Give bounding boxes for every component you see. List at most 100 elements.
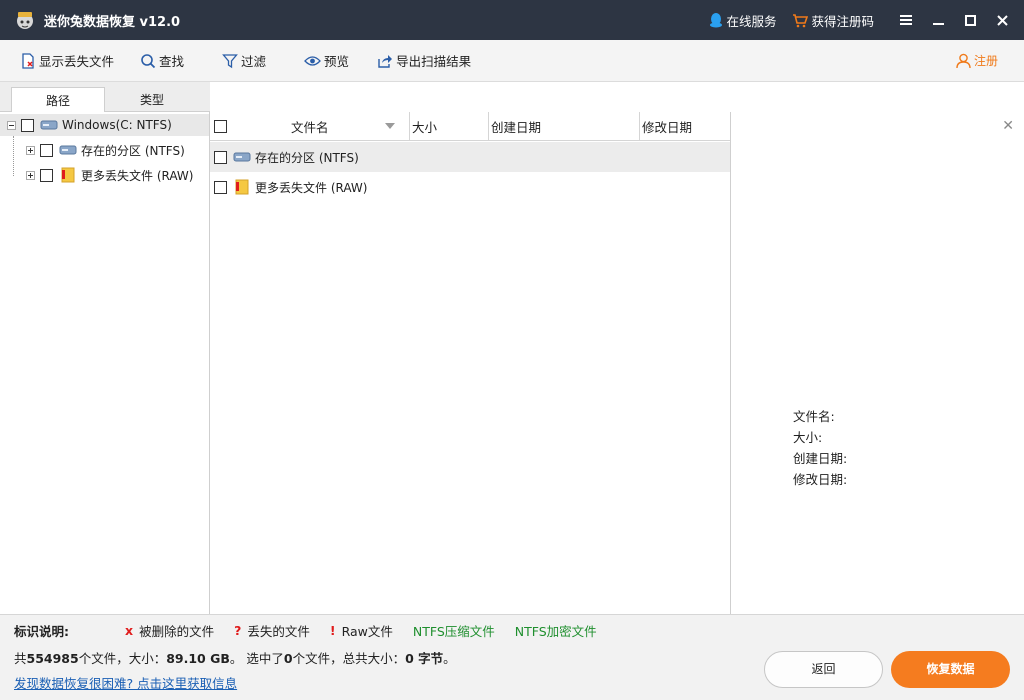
preview-fields: 文件名: 大小: 创建日期: 修改日期: — [793, 406, 847, 490]
column-modified-label: 修改日期 — [642, 119, 693, 135]
tab-type-label: 类型 — [139, 93, 164, 107]
tree-item-label: 存在的分区 (NTFS) — [81, 143, 185, 158]
total-size: 89.10 GB — [166, 651, 230, 666]
legend-deleted: x 被删除的文件 — [125, 621, 214, 640]
tree-root-checkbox[interactable] — [21, 118, 34, 132]
summary-selected-prefix: 。 选中了 — [229, 651, 284, 666]
find-button[interactable]: 查找 — [140, 51, 184, 70]
sort-desc-icon[interactable] — [384, 123, 395, 129]
legend: 标识说明: x 被删除的文件 ? 丢失的文件 ! Raw文件 NTFS压缩文件 … — [14, 621, 617, 640]
raw-folder-icon — [235, 179, 249, 195]
back-button[interactable]: 返回 — [764, 651, 883, 688]
tree-connector-line — [13, 136, 14, 176]
app-logo-icon — [17, 12, 33, 29]
file-row-name: 存在的分区 (NTFS) — [255, 150, 359, 165]
preview-label: 预览 — [324, 54, 350, 69]
tree-item-checkbox[interactable] — [40, 143, 53, 157]
filter-button[interactable]: 过滤 — [222, 51, 266, 70]
preview-button[interactable]: 预览 — [304, 51, 349, 70]
column-name[interactable]: 文件名 — [210, 111, 410, 141]
legend-title: 标识说明: — [14, 624, 69, 639]
preview-name-label: 文件名: — [793, 409, 835, 424]
get-code-label: 获得注册码 — [811, 13, 874, 29]
tree-item-existing-partition[interactable]: 存在的分区 (NTFS) — [26, 139, 185, 161]
export-results-button[interactable]: 导出扫描结果 — [377, 51, 471, 70]
get-code-link[interactable]: 获得注册码 — [792, 11, 874, 30]
lost-file-icon — [22, 52, 34, 69]
file-row-checkbox[interactable] — [214, 150, 227, 164]
expand-toggle[interactable] — [26, 170, 35, 180]
expand-toggle[interactable] — [26, 145, 35, 155]
export-results-label: 导出扫描结果 — [396, 54, 472, 69]
tree-item-checkbox[interactable] — [40, 168, 53, 182]
filter-icon — [222, 53, 238, 68]
cart-icon — [793, 13, 809, 27]
recover-button[interactable]: 恢复数据 — [891, 651, 1010, 688]
column-created[interactable]: 创建日期 — [489, 111, 640, 141]
file-row[interactable]: 存在的分区 (NTFS) — [210, 142, 730, 172]
tree-item-root[interactable]: Windows(C: NTFS) — [0, 114, 209, 136]
tree-item-more-lost-files[interactable]: 更多丢失文件 (RAW) — [26, 164, 193, 186]
drive-icon — [59, 145, 77, 155]
eye-icon — [304, 55, 321, 66]
maximize-icon — [964, 14, 976, 26]
menu-button[interactable] — [890, 0, 922, 40]
tab-path-label: 路径 — [45, 94, 70, 108]
lost-mark-icon: ? — [234, 623, 242, 638]
maximize-button[interactable] — [954, 0, 986, 40]
column-created-label: 创建日期 — [491, 119, 542, 135]
selected-size: 0 字节 — [405, 651, 444, 666]
legend-ntfs-encrypted: NTFS加密文件 — [514, 624, 597, 639]
summary-prefix: 共 — [14, 651, 27, 666]
column-size-label: 大小 — [412, 119, 438, 135]
filter-label: 过滤 — [241, 54, 267, 69]
legend-ntfs-compressed: NTFS压缩文件 — [412, 624, 495, 639]
register-label: 注册 — [973, 54, 998, 68]
title-bar: 迷你兔数据恢复 v12.0 在线服务 获得注册码 — [0, 0, 1024, 40]
tab-path[interactable]: 路径 — [11, 87, 105, 113]
collapse-toggle[interactable] — [7, 120, 16, 130]
preview-created-label: 创建日期: — [793, 451, 848, 466]
user-icon — [956, 53, 971, 68]
deleted-mark-icon: x — [125, 623, 134, 638]
file-row-name: 更多丢失文件 (RAW) — [255, 180, 368, 195]
help-link[interactable]: 发现数据恢复很困难? 点击这里获取信息 — [14, 673, 237, 692]
register-button[interactable]: 注册 — [956, 52, 998, 69]
total-files-count: 554985 — [26, 651, 79, 666]
online-service-link[interactable]: 在线服务 — [709, 11, 776, 30]
qq-icon — [710, 13, 723, 28]
show-lost-files-button[interactable]: 显示丢失文件 — [20, 51, 114, 70]
app-title: 迷你兔数据恢复 v12.0 — [44, 14, 181, 30]
file-list: 文件名 大小 创建日期 修改日期 存在的分区 (NTFS) 更多丢失文件 (RA… — [210, 111, 730, 614]
toolbar: 显示丢失文件 查找 过滤 预览 导出扫描结果 注册 — [0, 40, 1024, 82]
export-icon — [378, 54, 393, 68]
search-icon — [141, 53, 156, 68]
status-area: 标识说明: x 被删除的文件 ? 丢失的文件 ! Raw文件 NTFS压缩文件 … — [0, 614, 1024, 700]
summary-suffix: 。 — [443, 651, 456, 666]
raw-mark-icon: ! — [329, 623, 336, 638]
close-preview-icon[interactable]: ✕ — [1002, 118, 1014, 134]
column-name-label: 文件名 — [291, 119, 329, 135]
legend-lost: ? 丢失的文件 — [234, 621, 310, 640]
tab-type[interactable]: 类型 — [105, 87, 199, 113]
find-label: 查找 — [159, 54, 185, 69]
tree-root-label: Windows(C: NTFS) — [62, 118, 172, 132]
minimize-button[interactable] — [922, 0, 954, 40]
legend-raw-label: Raw文件 — [341, 624, 393, 639]
folder-tree: Windows(C: NTFS) 存在的分区 (NTFS) 更多丢失文件 (RA… — [0, 112, 210, 614]
file-list-header: 文件名 大小 创建日期 修改日期 — [210, 111, 730, 141]
view-tabs: 路径 类型 — [0, 82, 210, 113]
column-size[interactable]: 大小 — [410, 111, 489, 141]
close-button[interactable] — [986, 0, 1018, 40]
drive-icon — [40, 120, 58, 130]
preview-size-label: 大小: — [793, 430, 823, 445]
legend-deleted-label: 被删除的文件 — [139, 624, 215, 639]
minimize-icon — [932, 23, 944, 25]
legend-lost-label: 丢失的文件 — [247, 624, 310, 639]
file-row-checkbox[interactable] — [214, 180, 227, 194]
raw-folder-icon — [61, 167, 75, 183]
select-all-checkbox[interactable] — [214, 119, 227, 133]
hamburger-icon — [900, 15, 912, 25]
file-row[interactable]: 更多丢失文件 (RAW) — [210, 172, 730, 202]
column-modified[interactable]: 修改日期 — [640, 112, 730, 141]
